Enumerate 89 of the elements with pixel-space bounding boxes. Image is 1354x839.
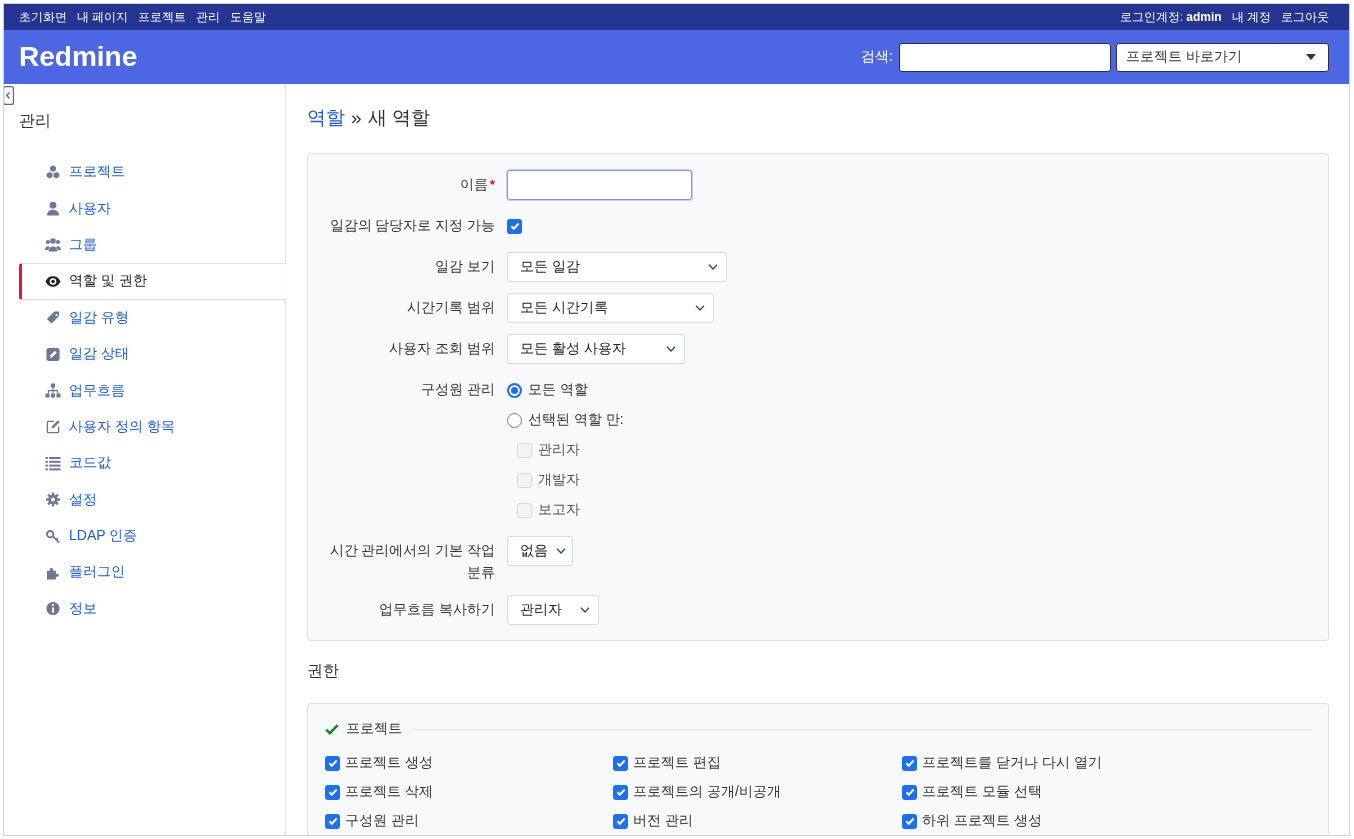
sidebar-item[interactable]: 업무흐름 [19, 372, 286, 409]
radio-label[interactable]: 선택된 역할 만: [528, 411, 624, 429]
sidebar-item[interactable]: 일감 상태 [19, 335, 286, 373]
radio-label[interactable]: 모든 역할 [528, 381, 588, 399]
checkbox-label[interactable]: 프로젝트 모듈 선택 [922, 783, 1042, 801]
checkbox[interactable] [902, 784, 917, 800]
checkbox[interactable] [325, 755, 340, 771]
checkbox-label[interactable]: 프로젝트 편집 [633, 754, 721, 772]
checkbox[interactable] [325, 784, 340, 800]
select-dropdown[interactable]: 없음 [507, 536, 573, 566]
sidebar-item[interactable]: 설정 [19, 481, 286, 518]
field-label: 이름* [458, 176, 495, 194]
checkbox[interactable] [613, 784, 628, 800]
top-menu-link[interactable]: 초기화면 [19, 8, 67, 26]
cubes-icon [45, 164, 61, 180]
chevron-left-icon[interactable] [4, 86, 14, 105]
sidebar-item[interactable]: 사용자 정의 항목 [19, 408, 286, 446]
sidebar-item[interactable]: LDAP 인증 [19, 517, 286, 555]
field-label: 구성원 관리 [420, 381, 495, 399]
checkbox[interactable] [325, 813, 340, 829]
select-dropdown[interactable]: 모든 활성 사용자 [507, 334, 685, 364]
checkbox-label[interactable]: 프로젝트 생성 [345, 754, 433, 772]
checkbox-label[interactable]: 프로젝트 삭제 [345, 783, 433, 801]
page-title: 새 역할 [367, 106, 430, 130]
radio-button[interactable] [507, 382, 522, 398]
sidebar-item[interactable]: 플러그인 [19, 554, 286, 591]
sidebar-item[interactable]: 정보 [19, 590, 286, 628]
chevron-down-icon [666, 346, 676, 352]
sidebar-item[interactable]: 사용자 [19, 190, 286, 227]
chevron-down-icon [695, 305, 705, 311]
checkbox-label[interactable]: 버전 관리 [633, 812, 693, 830]
search-field[interactable] [899, 42, 1111, 72]
check-icon[interactable] [325, 723, 339, 735]
sidebar-title: 관리 [19, 111, 52, 131]
list-icon [45, 455, 61, 471]
field-label: 시간 관리에서의 기본 작업 분류 [328, 542, 495, 582]
breadcrumb-link[interactable]: 역할 [307, 106, 345, 130]
gear-icon [45, 492, 61, 508]
logged-in-user: 로그인계정: admin [1119, 8, 1222, 26]
info-icon [45, 601, 61, 617]
sidebar-item[interactable]: 코드값 [19, 445, 286, 482]
project-jump-select[interactable]: 프로젝트 바로가기 [1116, 42, 1329, 72]
search-label: 검색: [861, 48, 893, 66]
field-label: 일감의 담당자로 지정 가능 [328, 217, 495, 235]
field-label: 일감 보기 [434, 258, 495, 276]
hierarchy-icon [45, 383, 61, 399]
checkbox-label[interactable]: 하위 프로젝트 생성 [922, 812, 1042, 830]
radio-button[interactable] [507, 412, 522, 428]
eye-icon [45, 273, 61, 289]
chevron-down-icon [556, 548, 566, 554]
chevron-down-icon [580, 607, 590, 613]
permission-group-title: 프로젝트 [346, 720, 402, 738]
sidebar-item[interactable]: 역할 및 권한 [19, 263, 286, 300]
checkbox-label[interactable]: 프로젝트의 공개/비공개 [633, 783, 781, 801]
checkbox[interactable] [507, 218, 522, 234]
sidebar-item[interactable]: 일감 유형 [19, 299, 286, 336]
sidebar-item[interactable]: 프로젝트 [19, 154, 286, 191]
select-dropdown[interactable]: 관리자 [507, 595, 599, 625]
tag-icon [45, 310, 61, 326]
checkbox[interactable] [902, 813, 917, 829]
puzzle-icon [45, 565, 61, 580]
top-menu-link[interactable]: 내 페이지 [77, 8, 129, 26]
checkbox[interactable] [613, 813, 628, 829]
top-menu-link[interactable]: 관리 [196, 8, 221, 26]
select-dropdown[interactable]: 모든 시간기록 [507, 293, 714, 323]
top-menu-link[interactable]: 도움말 [230, 8, 267, 26]
field-label: 사용자 조회 범위 [388, 340, 495, 358]
select-dropdown[interactable]: 모든 일감 [507, 252, 727, 282]
user-icon [45, 201, 61, 217]
sidebar-item[interactable]: 그룹 [19, 226, 286, 264]
caret-icon [1306, 54, 1316, 60]
checkbox-label[interactable]: 프로젝트를 닫거나 다시 열기 [922, 754, 1102, 772]
account-link[interactable]: 로그아웃 [1281, 8, 1329, 26]
checkbox[interactable] [613, 755, 628, 771]
pencil-square-icon [45, 346, 61, 362]
section-title: 권한 [307, 661, 340, 681]
site-title[interactable]: Redmine [19, 40, 138, 74]
breadcrumb-separator: » [351, 106, 362, 130]
checkbox[interactable] [902, 755, 917, 771]
field-label: 시간기록 범위 [406, 299, 495, 317]
edit-icon [45, 419, 61, 435]
checkbox-label[interactable]: 구성원 관리 [345, 812, 419, 830]
top-menu-link[interactable]: 프로젝트 [138, 8, 187, 26]
users-icon [45, 237, 61, 253]
account-link[interactable]: 내 계정 [1231, 8, 1271, 26]
chevron-down-icon [708, 264, 718, 270]
field-label: 업무흐름 복사하기 [378, 601, 495, 619]
key-icon [45, 528, 61, 544]
text-field[interactable] [507, 170, 692, 200]
